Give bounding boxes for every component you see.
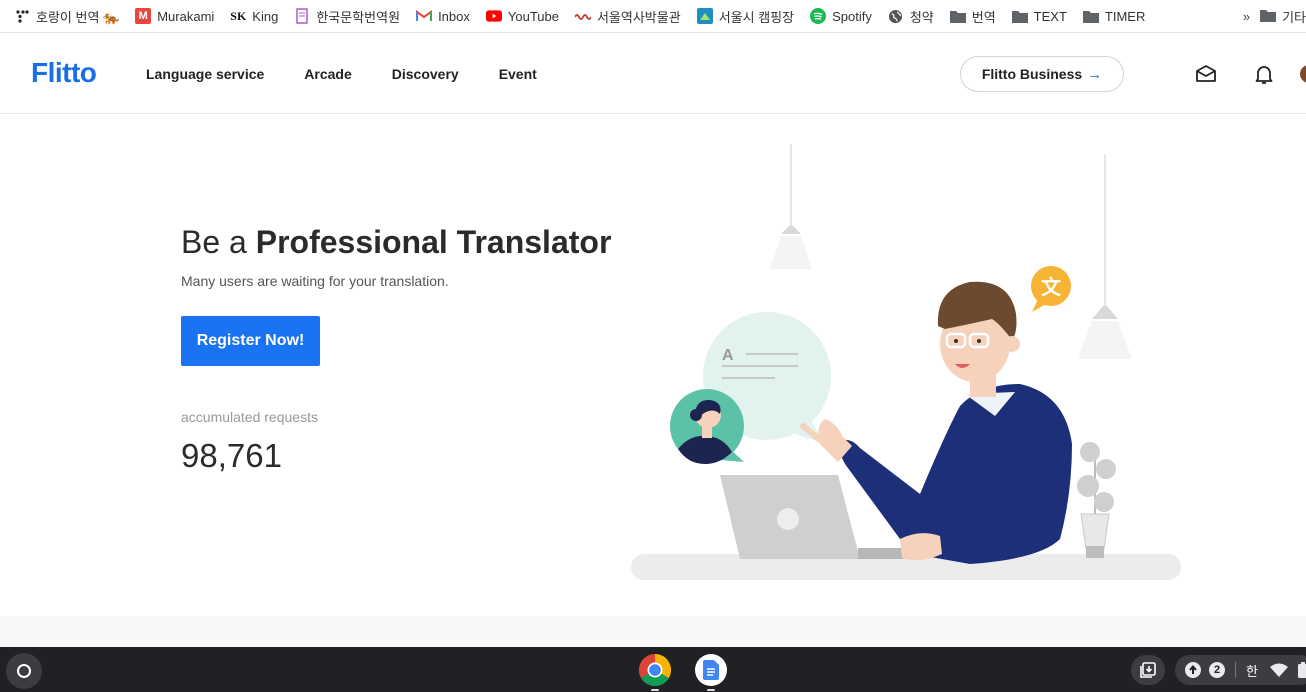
bookmark-label: King — [252, 8, 279, 24]
translate-badge: 文 — [1031, 266, 1071, 312]
os-taskbar: 2 한 — [0, 647, 1306, 692]
flitto-business-button[interactable]: Flitto Business → — [960, 56, 1124, 92]
ime-indicator: 한 — [1246, 663, 1258, 679]
bookmark-label: 청약 — [909, 9, 934, 25]
bookmark-seoul-museum[interactable]: 서울역사박물관 — [574, 7, 681, 26]
bookmark-label: TEXT — [1033, 8, 1067, 24]
bell-icon[interactable] — [1252, 62, 1276, 86]
accumulated-requests-label: accumulated requests — [181, 409, 318, 425]
next-section-strip — [0, 616, 1306, 647]
bookmark-king[interactable]: SK King — [230, 8, 278, 24]
lamp-left — [770, 144, 812, 269]
spotify-icon — [810, 8, 827, 24]
hero-title-prefix: Be a — [181, 224, 256, 260]
nav-language-service[interactable]: Language service — [146, 66, 264, 82]
bookmark-youtube[interactable]: YouTube — [485, 8, 559, 24]
bookmark-label: 서울역사박물관 — [596, 9, 681, 25]
arrow-right-icon: → — [1087, 65, 1103, 83]
bookmark-label: Spotify — [832, 8, 872, 24]
hero-section: Be a Professional Translator Many users … — [0, 114, 1306, 616]
avatar[interactable] — [1300, 65, 1306, 83]
nav-discovery[interactable]: Discovery — [392, 66, 459, 82]
wifi-icon — [1269, 663, 1288, 677]
launcher-button[interactable] — [6, 653, 42, 689]
launcher-circle-icon — [17, 664, 31, 678]
globe-icon — [888, 8, 904, 24]
gmail-icon — [416, 8, 433, 24]
main-nav: Language service Arcade Discovery Event — [146, 66, 577, 82]
lamp-right — [1078, 154, 1132, 359]
docs-running-indicator — [707, 689, 715, 691]
bookmark-label: 한국문학번역원 — [316, 9, 401, 25]
plant — [1077, 442, 1116, 558]
bookmark-subscription[interactable]: 청약 — [888, 7, 934, 26]
upload-circle-icon — [1185, 662, 1201, 678]
status-tray[interactable]: 2 한 — [1175, 655, 1306, 685]
bookmark-other-label[interactable]: 기타 — [1282, 7, 1306, 26]
sk-logo-icon: SK — [230, 8, 247, 23]
hero-subtitle: Many users are waiting for your translat… — [181, 273, 449, 289]
bookmark-seoul-camping[interactable]: 서울시 캠핑장 — [696, 7, 795, 26]
nav-arcade[interactable]: Arcade — [304, 66, 351, 82]
camping-icon — [696, 8, 713, 24]
hero-title-bold: Professional Translator — [255, 224, 612, 260]
bubble-letter: A — [722, 347, 734, 364]
battery-icon — [1297, 662, 1306, 678]
book-icon — [294, 8, 310, 24]
bookmark-folder-timer[interactable]: TIMER — [1082, 8, 1146, 24]
translator-illustration: A 文 — [631, 144, 1181, 580]
bookmark-tiger-translate[interactable]: 호랑이 번역 🐅 — [14, 7, 119, 26]
holding-space-button[interactable] — [1131, 655, 1165, 685]
tray-separator — [1235, 662, 1236, 678]
user-avatar-bubble — [670, 389, 744, 464]
dots-icon — [14, 8, 30, 24]
folder-icon — [1260, 9, 1277, 25]
chrome-app-icon[interactable] — [638, 653, 672, 687]
accumulated-requests-value: 98,761 — [181, 437, 282, 474]
bookmark-folder-text[interactable]: TEXT — [1011, 8, 1067, 24]
folder-icon — [949, 8, 966, 24]
chevron-double-right-icon[interactable]: » — [1243, 9, 1250, 24]
bookmark-spotify[interactable]: Spotify — [810, 8, 872, 24]
m-logo-icon: M — [135, 8, 152, 24]
flitto-business-label: Flitto Business — [981, 66, 1083, 82]
bookmark-label: 서울시 캠핑장 — [718, 9, 795, 25]
bookmarks-bar: 호랑이 번역 🐅 M Murakami SK King 한국문학번역원 Inbo… — [0, 0, 1306, 33]
docs-app-icon[interactable] — [695, 654, 727, 686]
folder-icon — [1082, 8, 1099, 24]
bookmark-murakami[interactable]: M Murakami — [135, 8, 214, 24]
register-now-button[interactable]: Register Now! — [181, 316, 320, 366]
download-tray-icon — [1140, 662, 1156, 678]
flitto-logo[interactable]: Flitto — [31, 57, 97, 89]
bookmark-label: Inbox — [438, 8, 470, 24]
hero-title: Be a Professional Translator — [181, 224, 611, 261]
bookmark-label: 호랑이 번역 🐅 — [36, 9, 120, 25]
bookmark-label: 번역 — [971, 9, 996, 25]
mail-icon[interactable] — [1194, 62, 1218, 86]
bookmark-label: Murakami — [157, 8, 215, 24]
bookmark-inbox[interactable]: Inbox — [416, 8, 470, 24]
bookmarks-overflow[interactable]: » 기타 — [1236, 0, 1306, 32]
notification-count-badge: 2 — [1209, 662, 1225, 678]
bookmark-label: YouTube — [507, 8, 559, 24]
folder-icon — [1011, 8, 1028, 24]
nav-event[interactable]: Event — [499, 66, 537, 82]
bookmark-label: TIMER — [1104, 8, 1146, 24]
translate-badge-glyph: 文 — [1041, 275, 1062, 299]
site-header: Flitto Language service Arcade Discovery… — [0, 34, 1306, 114]
chrome-running-indicator — [651, 689, 659, 691]
bookmark-ltikorea[interactable]: 한국문학번역원 — [294, 7, 400, 26]
youtube-icon — [485, 8, 502, 24]
wave-icon — [574, 8, 591, 24]
bookmark-folder-translation[interactable]: 번역 — [949, 7, 996, 26]
